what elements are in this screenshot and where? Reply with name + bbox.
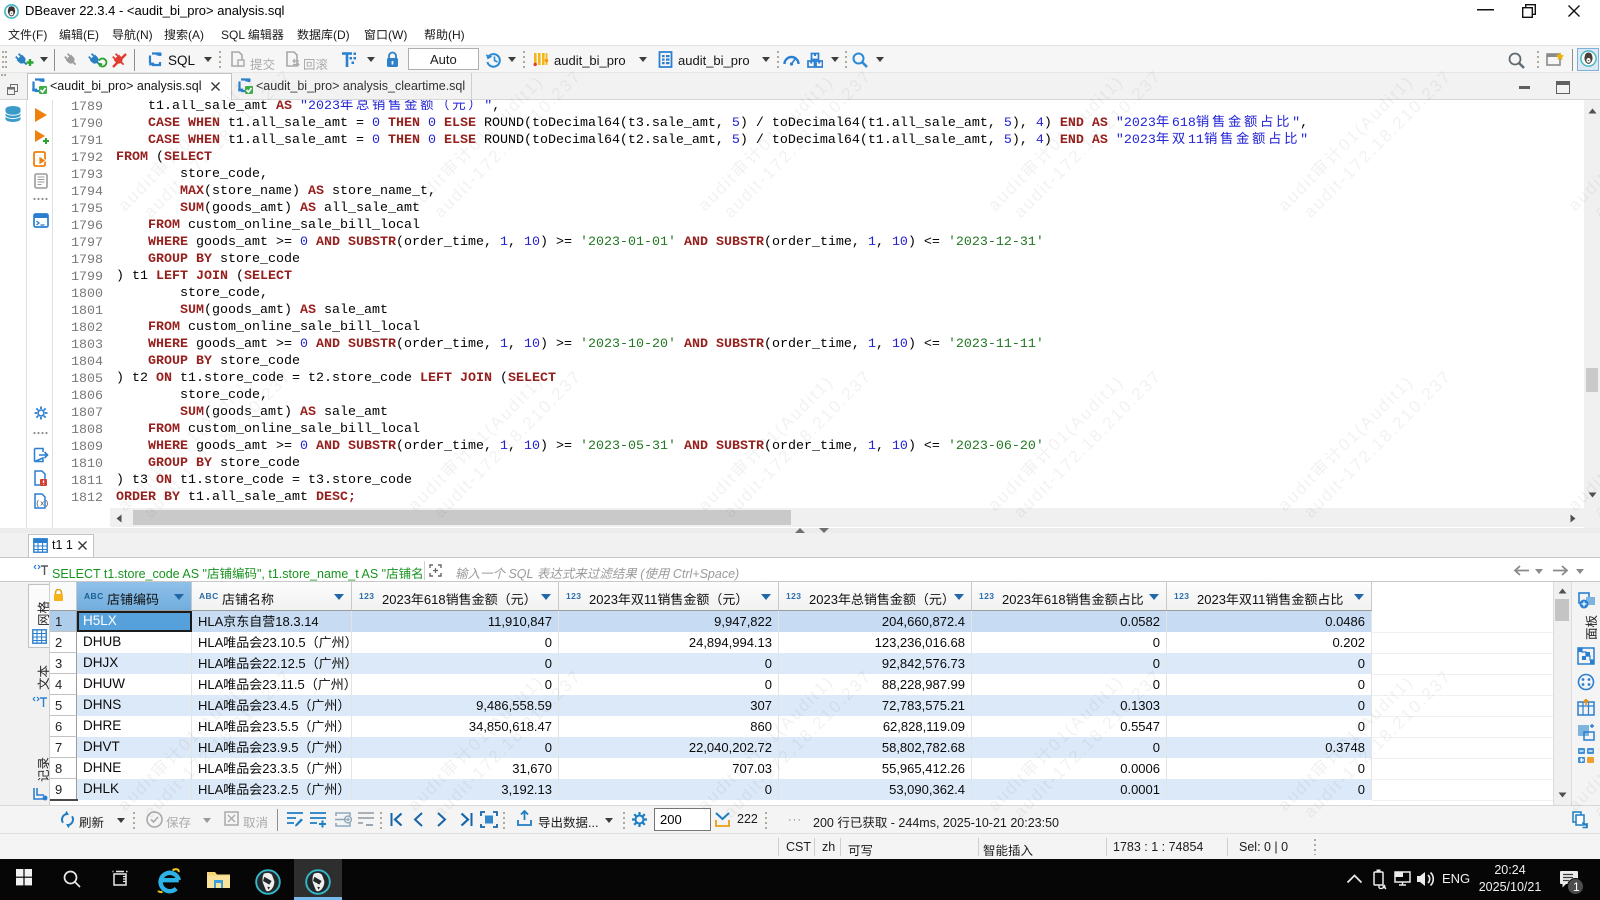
svg-text:(x): (x): [36, 501, 50, 509]
